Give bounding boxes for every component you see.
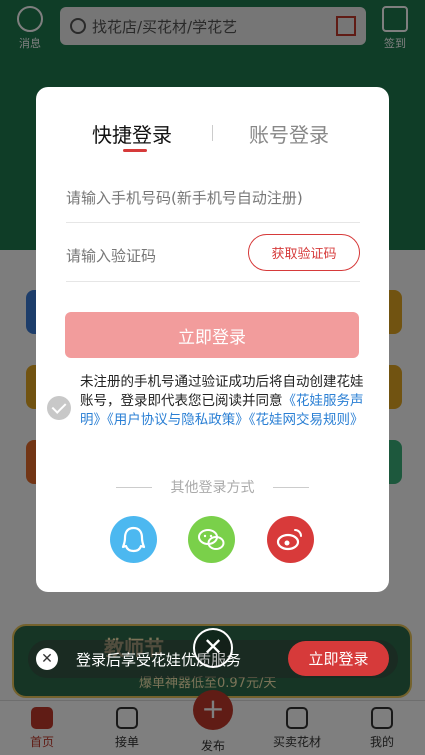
login-modal: 快捷登录 账号登录 获取验证码 立即登录 未注册的手机号通过验证成功后将自动创建… (36, 87, 389, 592)
privacy-policy-link[interactable]: 《用户协议与隐私政策》 (107, 412, 249, 428)
input-divider (66, 281, 360, 282)
banner-close-icon[interactable]: ✕ (36, 648, 58, 670)
weibo-icon (276, 529, 302, 551)
divider-line (273, 487, 309, 488)
qq-icon (121, 526, 146, 553)
get-code-button[interactable]: 获取验证码 (248, 234, 360, 271)
tab-account-login[interactable]: 账号登录 (249, 119, 329, 148)
trade-rules-link[interactable]: 《花娃网交易规则》 (249, 412, 364, 428)
weibo-login-button[interactable] (267, 516, 314, 563)
agreement-text: 未注册的手机号通过验证成功后将自动创建花娃账号，登录即代表您已阅读并同意《花娃服… (80, 373, 376, 430)
banner-login-button[interactable]: 立即登录 (288, 641, 389, 676)
wechat-icon (198, 529, 225, 550)
other-login-title: 其他登录方式 (170, 480, 255, 496)
modal-close-icon[interactable]: ✕ (193, 628, 233, 668)
login-button[interactable]: 立即登录 (65, 312, 359, 358)
active-tab-indicator (123, 149, 147, 152)
phone-input[interactable] (66, 173, 360, 223)
verification-code-input[interactable] (66, 231, 246, 281)
agreement-checkbox[interactable] (47, 396, 71, 420)
qq-login-button[interactable] (110, 516, 157, 563)
wechat-login-button[interactable] (188, 516, 235, 563)
tab-divider (212, 125, 213, 141)
tab-quick-login[interactable]: 快捷登录 (92, 119, 172, 148)
